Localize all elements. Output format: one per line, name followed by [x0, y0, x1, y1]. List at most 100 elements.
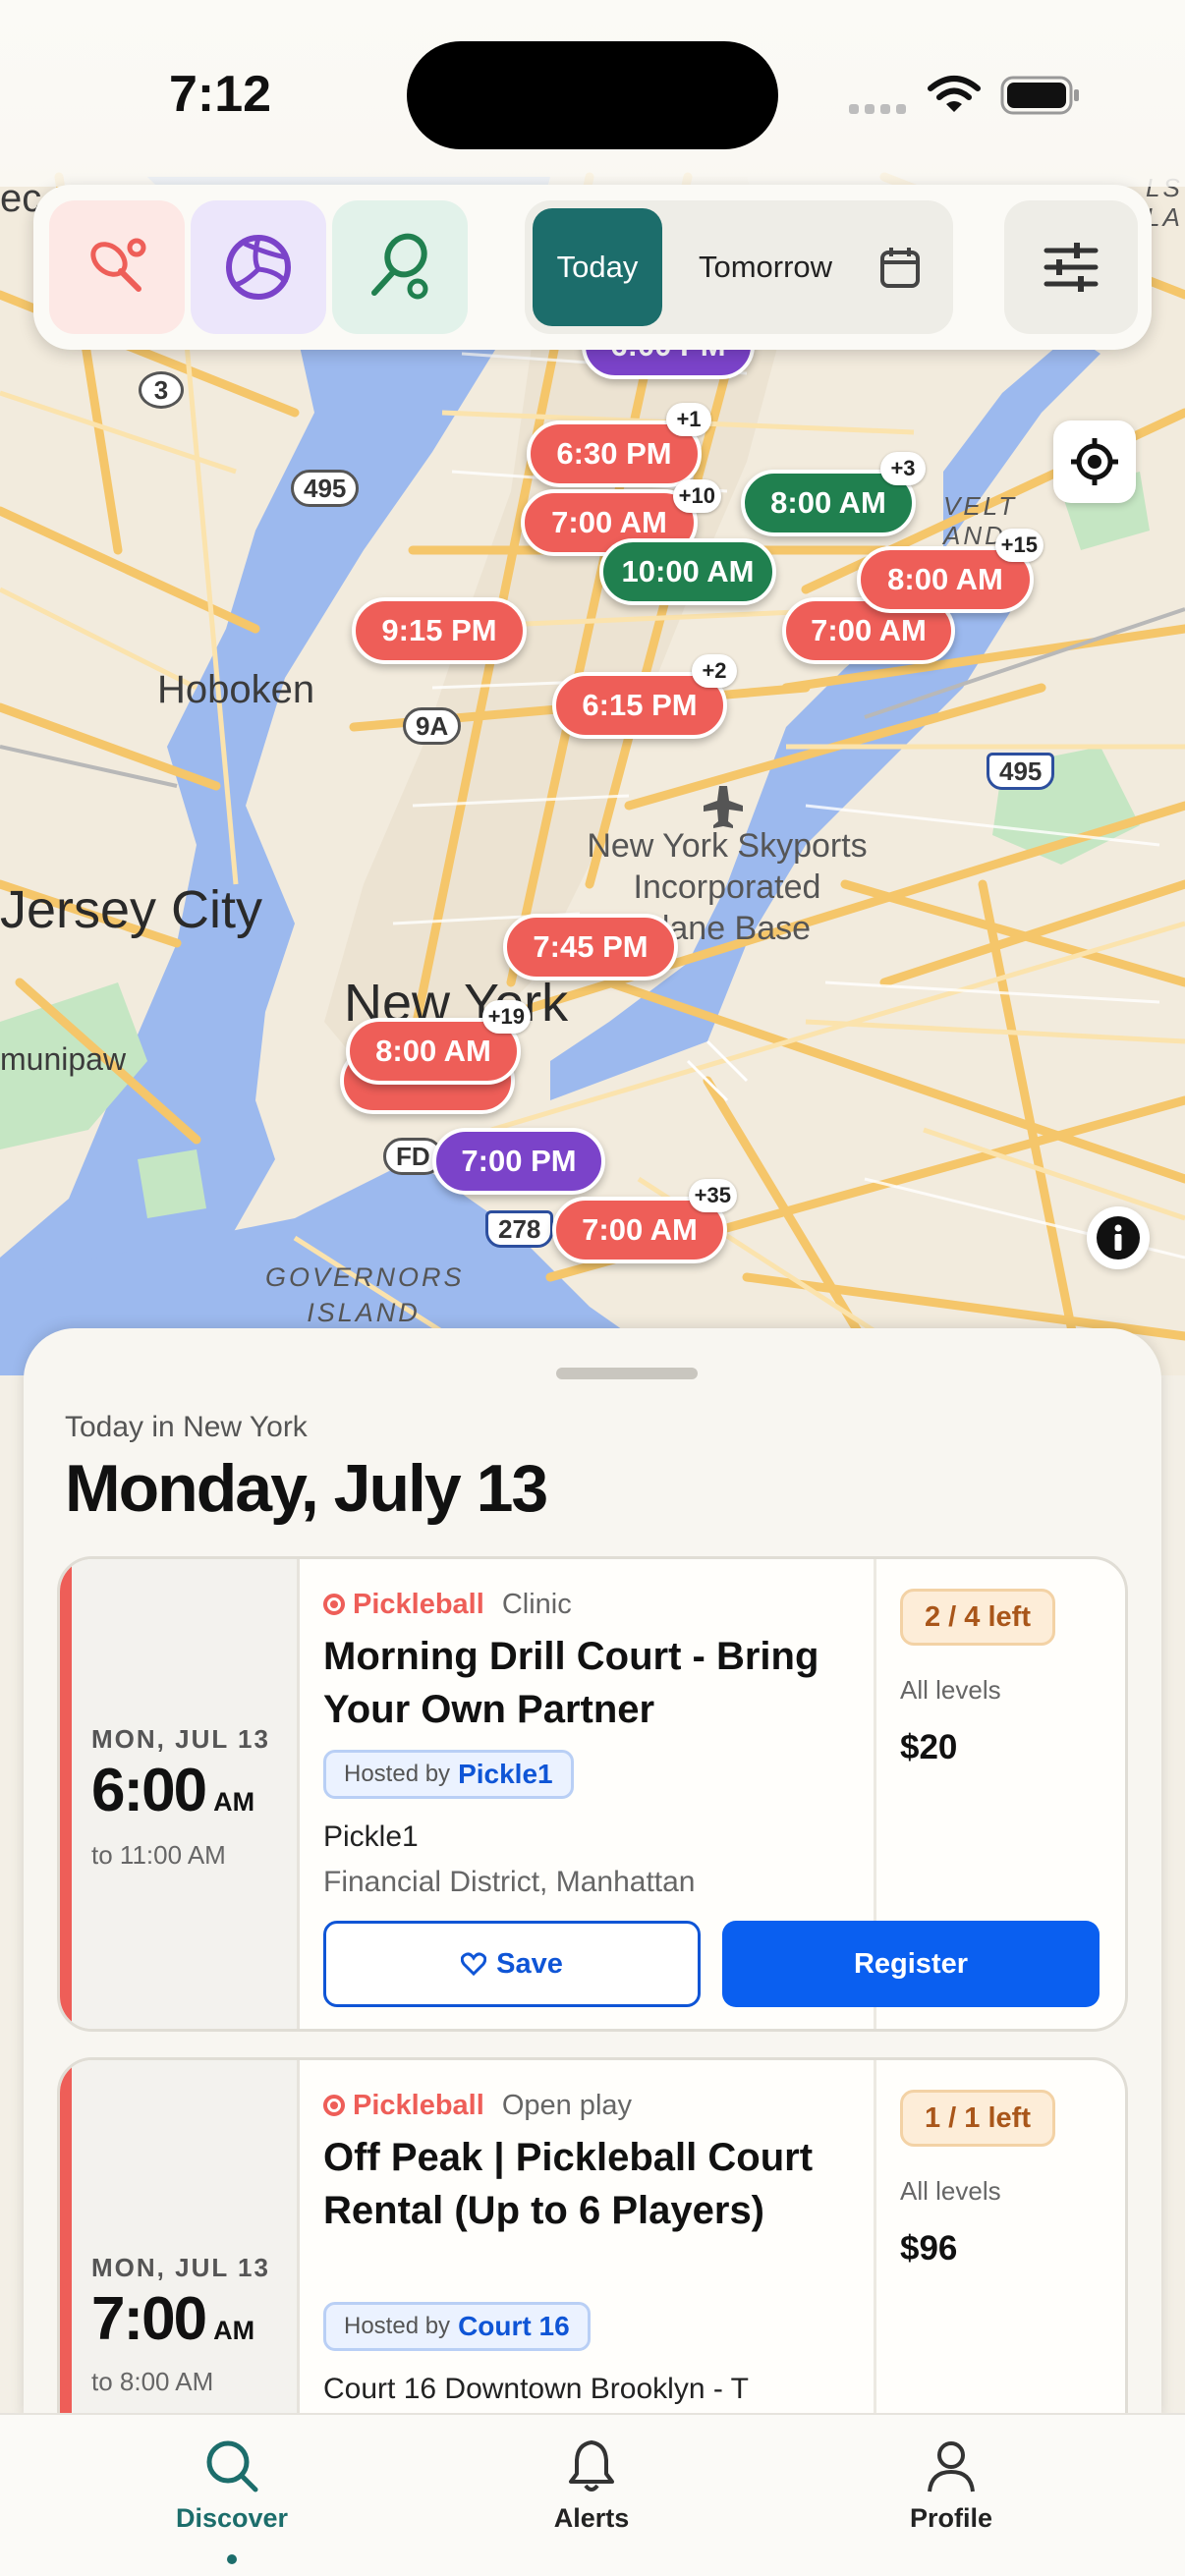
event-pin[interactable]: 7:00 PM [432, 1128, 605, 1195]
volleyball-icon [226, 235, 291, 300]
bell-icon [569, 2440, 614, 2492]
event-area: Financial District, Manhattan [323, 1866, 696, 1898]
event-start-time: 7:00 AM [91, 2284, 254, 2354]
route-shield-9a: 9A [403, 707, 462, 745]
host-name: Court 16 [458, 2311, 570, 2341]
calendar-icon [880, 248, 920, 288]
host-chip[interactable]: Hosted by Pickle1 [323, 1750, 574, 1799]
map-label-hoboken: Hoboken [157, 668, 315, 711]
sport-filter-tennis[interactable] [332, 200, 468, 334]
pin-count-badge: +35 [688, 1179, 737, 1212]
event-pin[interactable]: 6:30 PM +1 [527, 403, 711, 487]
card-time-column: MON, JUL 13 7:00 AM to 8:00 AM [72, 2060, 300, 2421]
segment-today[interactable]: Today [533, 208, 662, 326]
segment-calendar[interactable] [861, 208, 939, 326]
host-name: Pickle1 [458, 1759, 553, 1789]
pin-time: 8:00 AM [770, 485, 886, 520]
tab-alerts[interactable]: Alerts [493, 2436, 690, 2545]
save-button[interactable]: Save [323, 1921, 701, 2007]
event-date: MON, JUL 13 [91, 1724, 270, 1754]
cellular-signal-icon [849, 104, 906, 114]
hosted-by-label: Hosted by [344, 1761, 451, 1787]
pin-time: 7:00 AM [811, 613, 927, 647]
card-time-column: MON, JUL 13 6:00 AM to 11:00 AM [72, 1559, 300, 2029]
host-chip[interactable]: Hosted by Court 16 [323, 2302, 591, 2351]
pin-count-badge: +1 [666, 403, 711, 436]
event-pin[interactable]: 9:15 PM [352, 597, 527, 664]
filter-toolbar: Today Tomorrow [33, 185, 1152, 350]
map-label-communipaw: munipaw [0, 1041, 127, 1077]
sheet-grabber[interactable] [556, 1368, 698, 1379]
wifi-icon [928, 76, 981, 112]
pin-time: 7:45 PM [533, 929, 649, 964]
map-label-governors-island: GOVERNORS ISLAND [265, 1262, 465, 1327]
event-pin[interactable]: 8:00 AM +3 [741, 452, 926, 536]
tab-label: Profile [909, 2503, 993, 2533]
interstate-shield-278: 278 [485, 1210, 554, 1248]
event-pin[interactable]: 6:15 PM +2 [552, 654, 737, 739]
segment-tomorrow[interactable]: Tomorrow [682, 208, 849, 326]
pin-count-badge: +19 [481, 1000, 531, 1034]
status-bar: 7:12 [0, 0, 1185, 187]
tab-label: Discover [175, 2503, 289, 2533]
sport-filter-pickleball[interactable] [49, 200, 185, 334]
pin-time: 7:00 AM [582, 1212, 698, 1247]
event-price: $20 [900, 1728, 958, 1766]
register-button[interactable]: Register [722, 1921, 1100, 2007]
event-time-value: 6:00 [91, 1757, 207, 1824]
event-title: Off Peak | Pickleball Court Rental (Up t… [323, 2136, 814, 2232]
card-sport-stripe [60, 2060, 72, 2421]
sport-dot-icon [323, 1594, 345, 1615]
event-levels: All levels [900, 2176, 1001, 2206]
events-sheet[interactable]: Today in New York Monday, July 13 MON, J… [24, 1328, 1161, 2421]
map-label-jersey-city: Jersey City [0, 880, 263, 939]
event-pin[interactable]: 7:00 AM +35 [552, 1179, 737, 1263]
pin-count-badge: +10 [672, 479, 721, 513]
event-sport-line: Pickleball Clinic [323, 1589, 572, 1621]
info-icon [1097, 1216, 1140, 1260]
sport-filter-volleyball[interactable] [191, 200, 326, 334]
pin-time: 9:15 PM [381, 613, 497, 647]
event-pin[interactable]: 10:00 AM [599, 538, 776, 605]
heart-icon [461, 1952, 487, 1976]
day-segmented-control: Today Tomorrow [525, 200, 953, 334]
locate-icon [1071, 438, 1118, 485]
event-sport-line: Pickleball Open play [323, 2090, 632, 2122]
sheet-subtitle: Today in New York [65, 1411, 308, 1443]
event-card[interactable]: MON, JUL 13 7:00 AM to 8:00 AM Pickleball… [57, 2057, 1128, 2421]
pin-time: 7:00 PM [461, 1144, 577, 1178]
event-pin[interactable]: 8:00 AM +15 [857, 529, 1044, 613]
pin-time: 10:00 AM [621, 554, 755, 588]
pin-count-badge: +3 [880, 452, 926, 485]
locate-button[interactable] [1053, 420, 1136, 503]
sheet-title: Monday, July 13 [65, 1451, 548, 1526]
card-sport-stripe [60, 1559, 72, 2029]
event-end-time: to 8:00 AM [91, 2367, 214, 2396]
pickleball-paddle-icon [90, 238, 146, 292]
event-sport: Pickleball [353, 1589, 484, 1620]
event-price: $96 [900, 2229, 958, 2268]
tab-discover[interactable]: Discover [134, 2436, 330, 2545]
pin-time: 7:00 AM [551, 505, 667, 539]
event-pin[interactable]: 8:00 AM +19 [346, 1000, 531, 1085]
dynamic-island [407, 41, 778, 149]
event-pin[interactable]: 7:45 PM [503, 914, 678, 980]
filters-button[interactable] [1004, 200, 1138, 334]
sliders-icon [1044, 243, 1099, 292]
event-card[interactable]: MON, JUL 13 6:00 AM to 11:00 AM Picklebal… [57, 1556, 1128, 2032]
save-label: Save [496, 1947, 563, 1980]
event-venue: Court 16 Downtown Brooklyn - T [323, 2373, 749, 2405]
event-kind: Clinic [501, 1589, 572, 1620]
pin-time: 6:15 PM [582, 688, 698, 722]
tab-label: Alerts [553, 2503, 630, 2533]
tennis-racket-icon [371, 233, 428, 300]
event-levels: All levels [900, 1675, 1001, 1705]
event-date: MON, JUL 13 [91, 2253, 270, 2282]
route-shield-3: 3 [139, 371, 184, 409]
event-kind: Open play [501, 2090, 633, 2121]
event-time-ampm: AM [213, 1787, 255, 1817]
pin-time: 6:30 PM [556, 436, 672, 471]
tab-profile[interactable]: Profile [853, 2436, 1049, 2545]
map-info-button[interactable] [1087, 1206, 1150, 1269]
spots-left-badge: 1 / 1 left [900, 2090, 1055, 2147]
